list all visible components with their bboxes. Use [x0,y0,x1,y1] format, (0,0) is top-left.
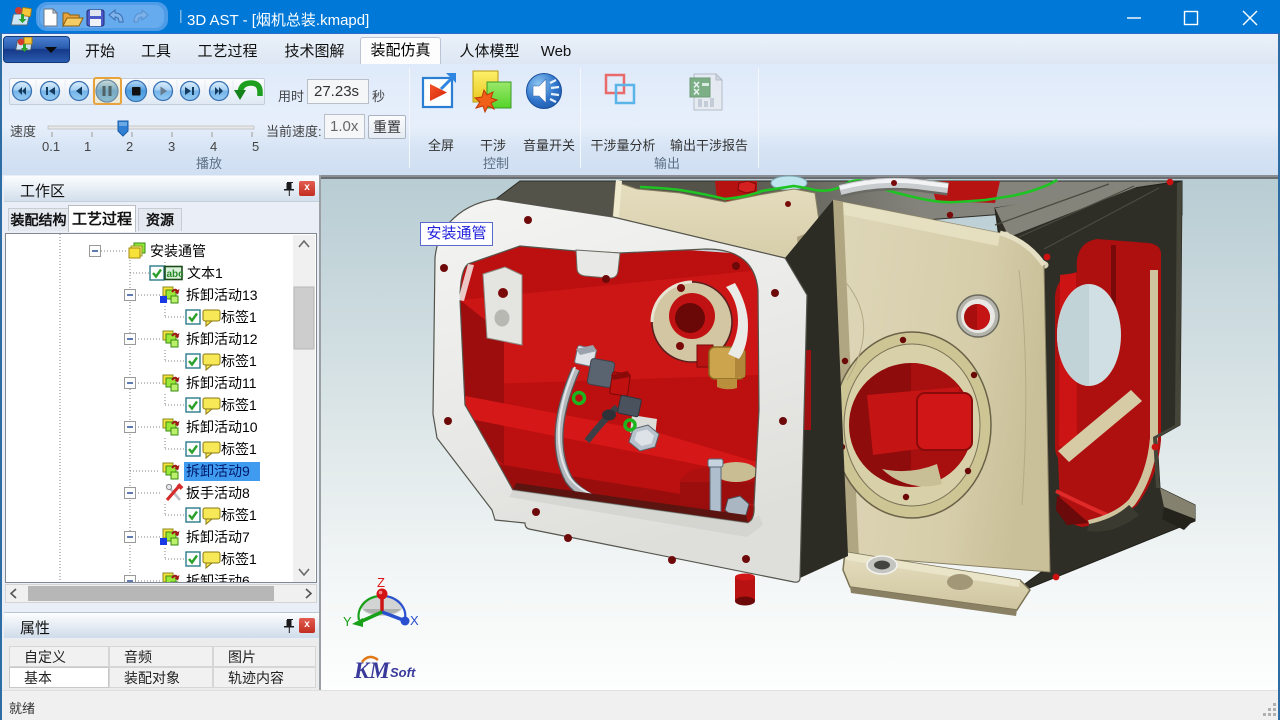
svg-text:安装通管: 安装通管 [150,243,206,259]
svg-text:扳手活动8: 扳手活动8 [186,485,250,501]
svg-text:文本1: 文本1 [187,265,223,281]
svg-text:Soft: Soft [390,665,416,680]
svg-text:KM: KM [353,658,391,683]
svg-text:abc: abc [167,269,185,280]
svg-text:Y: Y [343,614,352,629]
svg-text:标签1: 标签1 [221,551,257,567]
svg-text:标签1: 标签1 [221,441,257,457]
svg-text:拆卸活动6: 拆卸活动6 [186,573,250,583]
svg-text:标签1: 标签1 [221,397,257,413]
svg-text:拆卸活动7: 拆卸活动7 [186,529,250,545]
svg-text:标签1: 标签1 [221,309,257,325]
svg-text:X: X [410,613,419,628]
svg-text:Z: Z [377,575,385,590]
svg-text:拆卸活动13: 拆卸活动13 [186,287,258,303]
svg-text:拆卸活动10: 拆卸活动10 [186,419,258,435]
svg-text:标签1: 标签1 [221,353,257,369]
svg-text:标签1: 标签1 [221,507,257,523]
svg-text:拆卸活动9: 拆卸活动9 [186,463,250,479]
svg-text:拆卸活动12: 拆卸活动12 [186,331,258,347]
svg-text:拆卸活动11: 拆卸活动11 [186,375,257,391]
